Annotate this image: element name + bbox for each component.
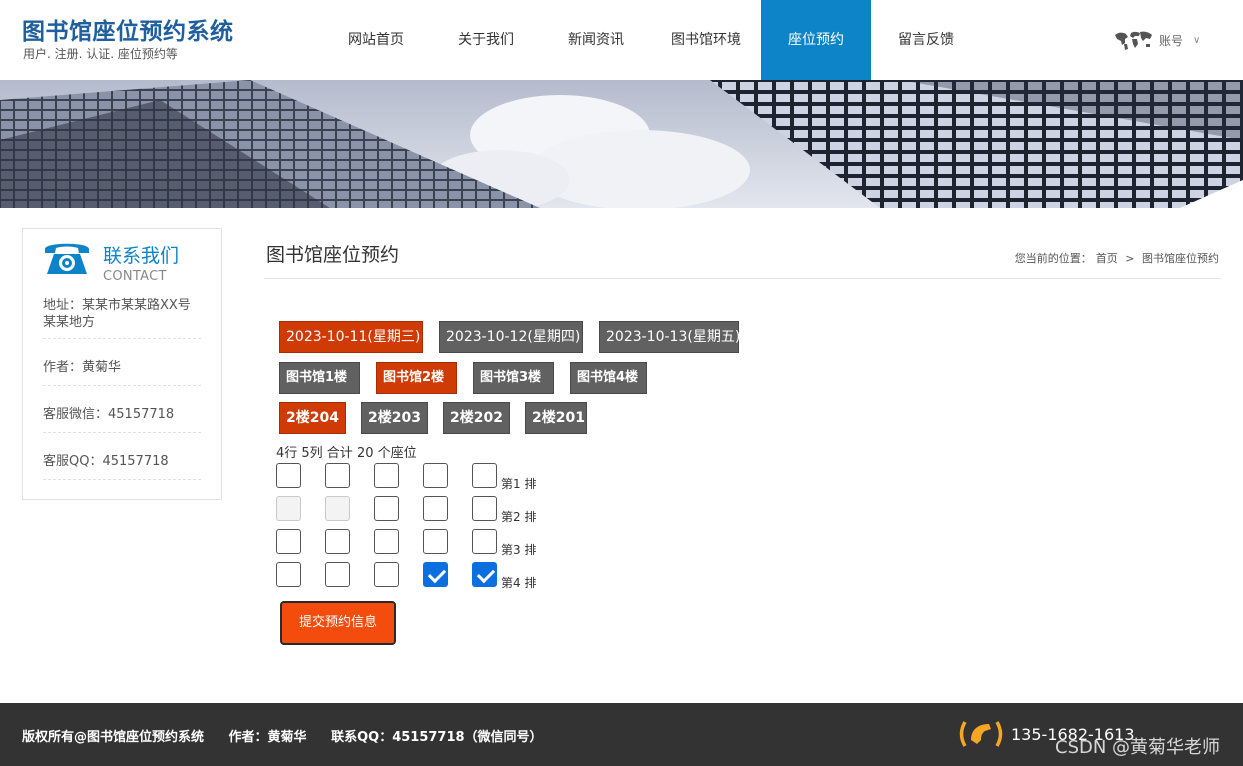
seat-checkbox-r2-c1 (276, 496, 301, 521)
room-chip-201[interactable]: 2楼201 (525, 402, 587, 434)
nav-environment[interactable]: 图书馆环境 (651, 0, 761, 80)
site-header: 图书馆座位预约系统 用户. 注册. 认证. 座位预约等 网站首页 关于我们 新闻… (0, 0, 1243, 80)
page-title: 图书馆座位预约 (266, 244, 400, 266)
seat-checkbox-r2-c4[interactable] (423, 496, 448, 521)
seat-checkbox-r4-c2[interactable] (325, 562, 350, 587)
seat-summary: 4行 5列 合计 20 个座位 (276, 446, 417, 461)
submit-reservation-button[interactable]: 提交预约信息 (280, 601, 396, 645)
contact-title: 联系我们 (103, 245, 180, 267)
room-chip-204[interactable]: 2楼204 (279, 402, 346, 434)
row-label-1: 第1 排 (501, 477, 537, 491)
row-label-4: 第4 排 (501, 576, 537, 590)
contact-address: 地址：某某市某某路XX号某某地方 (43, 297, 201, 339)
seat-checkbox-r3-c3[interactable] (374, 529, 399, 554)
hero-banner (0, 80, 1243, 208)
seat-checkbox-r3-c5[interactable] (472, 529, 497, 554)
room-chip-202[interactable]: 2楼202 (443, 402, 510, 434)
seat-checkbox-r1-c5[interactable] (472, 463, 497, 488)
footer-contact-qq: 联系QQ：45157718（微信同号） (331, 730, 543, 745)
seat-checkbox-r2-c3[interactable] (374, 496, 399, 521)
seat-checkbox-r2-c5[interactable] (472, 496, 497, 521)
world-map-icon (1115, 31, 1152, 50)
floor-chip-3[interactable]: 图书馆3楼 (473, 362, 554, 394)
seat-checkbox-r1-c3[interactable] (374, 463, 399, 488)
breadcrumb-prefix: 您当前的位置： (1014, 252, 1092, 265)
title-divider (264, 278, 1221, 279)
footer-copyright: 版权所有@图书馆座位预约系统 (22, 730, 205, 745)
row-label-3: 第3 排 (501, 543, 537, 557)
floor-chip-2[interactable]: 图书馆2楼 (376, 362, 457, 394)
room-chip-203[interactable]: 2楼203 (361, 402, 428, 434)
seat-checkbox-r3-c2[interactable] (325, 529, 350, 554)
breadcrumb-home[interactable]: 首页 (1096, 252, 1118, 265)
seat-checkbox-r4-c5[interactable] (472, 562, 497, 587)
footer-info: 版权所有@图书馆座位预约系统 作者：黄菊华 联系QQ：45157718（微信同号… (22, 726, 563, 745)
contact-author: 作者：黄菊华 (43, 359, 201, 386)
seat-checkbox-r2-c2 (325, 496, 350, 521)
date-chip-3[interactable]: 2023-10-13(星期五) (599, 321, 740, 353)
contact-subtitle: CONTACT (103, 269, 167, 284)
contact-header: 联系我们 CONTACT (42, 237, 207, 287)
floor-chip-4[interactable]: 图书馆4楼 (570, 362, 647, 394)
seat-checkbox-r3-c1[interactable] (276, 529, 301, 554)
footer-author: 作者：黄菊华 (228, 730, 307, 745)
phone-handset-icon (959, 721, 1003, 747)
nav-home[interactable]: 网站首页 (321, 0, 431, 80)
account-label: 账号 (1159, 33, 1184, 48)
account-menu[interactable]: 账号 ∨ (1113, 29, 1200, 51)
nav-seat-reservation[interactable]: 座位预约 (761, 0, 871, 80)
row-label-2: 第2 排 (501, 510, 537, 524)
date-chip-1[interactable]: 2023-10-11(星期三) (279, 321, 423, 353)
breadcrumb-current: 图书馆座位预约 (1142, 252, 1219, 265)
nav-about[interactable]: 关于我们 (431, 0, 541, 80)
site-title[interactable]: 图书馆座位预约系统 (22, 12, 234, 46)
floor-chip-1[interactable]: 图书馆1楼 (279, 362, 360, 394)
seat-checkbox-r4-c1[interactable] (276, 562, 301, 587)
site-footer: 版权所有@图书馆座位预约系统 作者：黄菊华 联系QQ：45157718（微信同号… (0, 703, 1243, 766)
seat-checkbox-r3-c4[interactable] (423, 529, 448, 554)
site-subtitle: 用户. 注册. 认证. 座位预约等 (23, 47, 178, 61)
seat-checkbox-r1-c4[interactable] (423, 463, 448, 488)
chevron-down-icon: ∨ (1193, 34, 1201, 46)
csdn-watermark: CSDN @黄菊华老师 (1055, 737, 1221, 758)
contact-qq: 客服QQ：45157718 (43, 453, 201, 480)
seat-checkbox-r4-c4[interactable] (423, 562, 448, 587)
seat-checkbox-r4-c3[interactable] (374, 562, 399, 587)
date-chip-2[interactable]: 2023-10-12(星期四) (439, 321, 583, 353)
breadcrumb: 您当前的位置： 首页 > 图书馆座位预约 (1013, 250, 1221, 266)
telephone-icon (45, 243, 89, 274)
breadcrumb-separator: > (1125, 252, 1135, 265)
contact-wechat: 客服微信：45157718 (43, 406, 201, 433)
seat-checkbox-r1-c1[interactable] (276, 463, 301, 488)
contact-sidebar: 联系我们 CONTACT 地址：某某市某某路XX号某某地方 作者：黄菊华 客服微… (22, 228, 222, 500)
nav-news[interactable]: 新闻资讯 (541, 0, 651, 80)
skyscraper-banner-image (0, 80, 1243, 208)
main-nav: 网站首页 关于我们 新闻资讯 图书馆环境 座位预约 留言反馈 (321, 0, 981, 80)
seat-checkbox-r1-c2[interactable] (325, 463, 350, 488)
nav-feedback[interactable]: 留言反馈 (871, 0, 981, 80)
